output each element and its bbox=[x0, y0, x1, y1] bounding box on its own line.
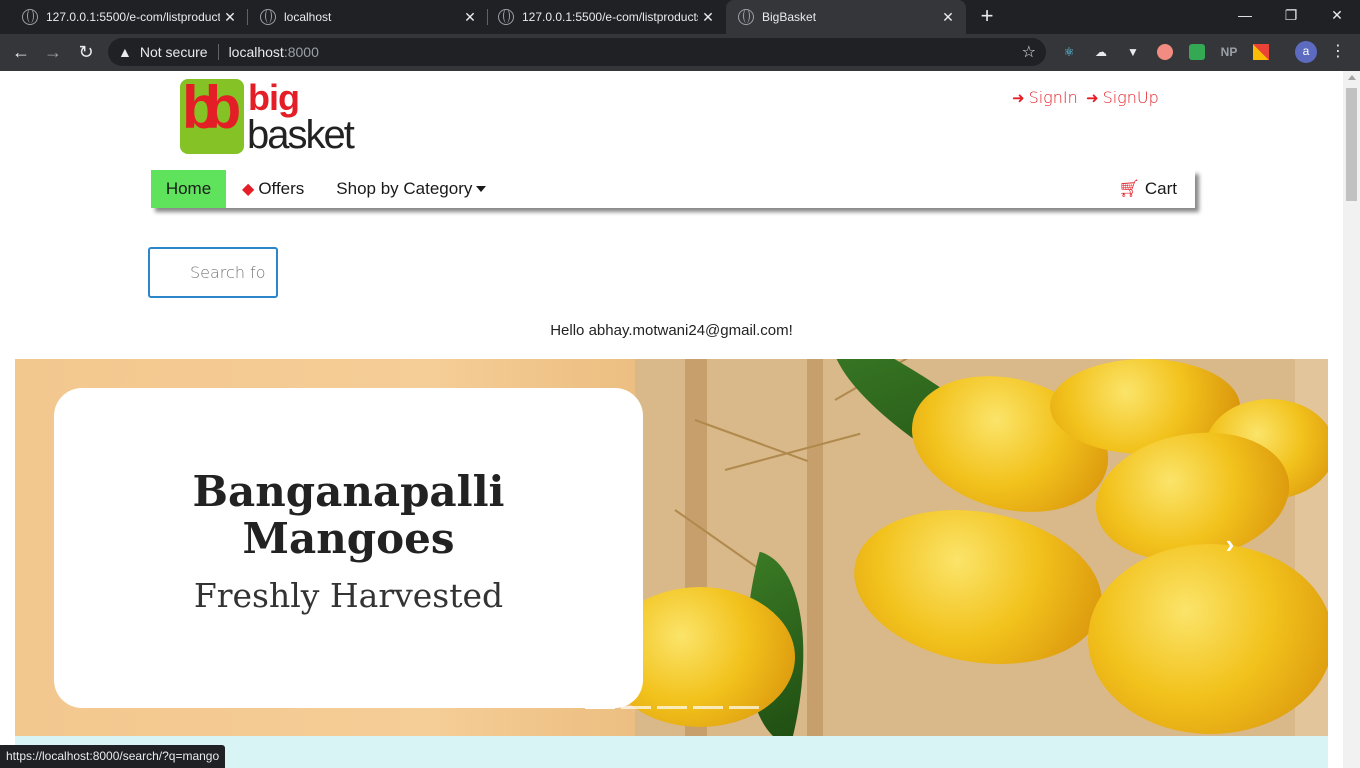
cloud-icon[interactable]: ☁ bbox=[1091, 42, 1111, 62]
signup-label: SignUp bbox=[1102, 88, 1159, 107]
forward-icon[interactable]: → bbox=[40, 39, 66, 65]
color-icon[interactable] bbox=[1251, 42, 1271, 62]
reload-icon[interactable]: ↻ bbox=[73, 39, 99, 65]
carousel-indicator[interactable] bbox=[657, 706, 687, 709]
page-scrollbar[interactable] bbox=[1343, 71, 1360, 768]
banner-subtitle: Freshly Harvested bbox=[193, 576, 504, 615]
browser-tab-active[interactable]: BigBasket ✕ bbox=[726, 0, 966, 34]
nav-home[interactable]: Home bbox=[151, 170, 226, 208]
nav-offers-label: Offers bbox=[258, 179, 305, 198]
close-icon[interactable]: ✕ bbox=[698, 9, 718, 26]
signin-link[interactable]: ➜ SignIn bbox=[1012, 88, 1078, 107]
close-icon[interactable]: ✕ bbox=[938, 9, 958, 26]
logo-mark: bb bbox=[182, 74, 241, 141]
scroll-up-icon[interactable] bbox=[1348, 75, 1356, 80]
warning-icon: ▲ bbox=[118, 44, 132, 60]
vue-devtools-icon[interactable]: ▼ bbox=[1123, 42, 1143, 62]
banner-title: Banganapalli Mangoes bbox=[54, 468, 643, 562]
search-input[interactable]: Search fo bbox=[148, 247, 278, 298]
tab-title: localhost bbox=[284, 10, 332, 24]
globe-icon bbox=[260, 9, 276, 25]
greeting-text: Hello abhay.motwani24@gmail.com! bbox=[550, 322, 793, 339]
carousel-indicator[interactable] bbox=[729, 706, 759, 709]
logo-word-basket: basket bbox=[247, 113, 355, 157]
carousel-indicator[interactable] bbox=[585, 706, 615, 709]
tag-icon: ◆ bbox=[242, 181, 255, 198]
browser-toolbar: ← → ↻ ▲ Not secure localhost:8000 ☆ ⚛ ☁ … bbox=[0, 34, 1360, 71]
bigbasket-logo[interactable]: bb big basket bbox=[180, 74, 355, 157]
signin-label: SignIn bbox=[1028, 88, 1078, 107]
mango-image bbox=[1088, 544, 1328, 734]
url-host: localhost bbox=[228, 44, 284, 60]
np-extension-icon[interactable]: NP bbox=[1219, 42, 1239, 62]
caret-down-icon bbox=[476, 186, 487, 192]
window-close-icon[interactable]: ✕ bbox=[1314, 0, 1360, 30]
bookmark-star-icon[interactable]: ☆ bbox=[1022, 42, 1036, 62]
scroll-thumb[interactable] bbox=[1346, 88, 1357, 201]
react-devtools-icon[interactable]: ⚛ bbox=[1059, 42, 1079, 62]
main-navbar: Home ◆ Offers Shop by Category 🛒︎ Cart bbox=[151, 170, 1195, 208]
record-icon[interactable] bbox=[1155, 42, 1175, 62]
globe-icon bbox=[738, 9, 754, 25]
address-bar[interactable]: ▲ Not secure localhost:8000 ☆ bbox=[108, 38, 1046, 66]
close-icon[interactable]: ✕ bbox=[220, 9, 240, 26]
menu-kebab-icon[interactable]: ⋮ bbox=[1330, 42, 1346, 62]
banner-title-line1: Banganapalli bbox=[192, 467, 505, 516]
url-port: :8000 bbox=[283, 44, 319, 60]
signup-link[interactable]: ➜ SignUp bbox=[1086, 88, 1159, 107]
browser-tab[interactable]: 127.0.0.1:5500/e-com/listproducts ✕ bbox=[0, 0, 248, 34]
tab-title: BigBasket bbox=[762, 10, 817, 24]
status-url-bar: https://localhost:8000/search/?q=mango bbox=[0, 745, 226, 768]
nav-cart-label: Cart bbox=[1144, 179, 1177, 198]
nav-cart[interactable]: 🛒︎ Cart bbox=[1118, 170, 1177, 208]
globe-icon bbox=[498, 9, 514, 25]
page-viewport: bb big basket ➜ SignIn ➜ SignUp Home ◆ O… bbox=[0, 71, 1343, 768]
browser-tab-strip: 127.0.0.1:5500/e-com/listproducts ✕ loca… bbox=[0, 0, 1360, 34]
banner-title-line2: Mangoes bbox=[242, 514, 455, 563]
sign-in-icon: ➜ bbox=[1012, 88, 1025, 107]
banner-card: Banganapalli Mangoes Freshly Harvested bbox=[54, 388, 643, 708]
extension-icon[interactable] bbox=[1187, 42, 1207, 62]
browser-tab[interactable]: localhost ✕ bbox=[238, 0, 488, 34]
carousel-next-icon[interactable]: › bbox=[1220, 529, 1240, 559]
security-label: Not secure bbox=[139, 44, 208, 60]
minimize-icon[interactable]: — bbox=[1222, 0, 1268, 30]
nav-shop-by-category[interactable]: Shop by Category bbox=[336, 170, 487, 208]
cart-icon: 🛒︎ bbox=[1118, 179, 1140, 198]
restore-icon[interactable]: ❐ bbox=[1268, 0, 1314, 30]
nav-offers[interactable]: ◆ Offers bbox=[242, 170, 304, 208]
back-icon[interactable]: ← bbox=[8, 39, 34, 65]
new-tab-button[interactable]: + bbox=[975, 4, 999, 28]
carousel-indicator[interactable] bbox=[693, 706, 723, 709]
nav-category-label: Shop by Category bbox=[336, 179, 473, 198]
browser-tab[interactable]: 127.0.0.1:5500/e-com/listproducts ✕ bbox=[476, 0, 726, 34]
carousel-indicators bbox=[585, 706, 765, 709]
profile-avatar[interactable]: a bbox=[1295, 41, 1317, 63]
globe-icon bbox=[22, 9, 38, 25]
carousel-indicator[interactable] bbox=[621, 706, 651, 709]
hero-carousel: Banganapalli Mangoes Freshly Harvested › bbox=[15, 359, 1328, 736]
tab-title: 127.0.0.1:5500/e-com/listproducts bbox=[522, 10, 698, 24]
tab-title: 127.0.0.1:5500/e-com/listproducts bbox=[46, 10, 220, 24]
sign-in-icon: ➜ bbox=[1086, 88, 1099, 107]
